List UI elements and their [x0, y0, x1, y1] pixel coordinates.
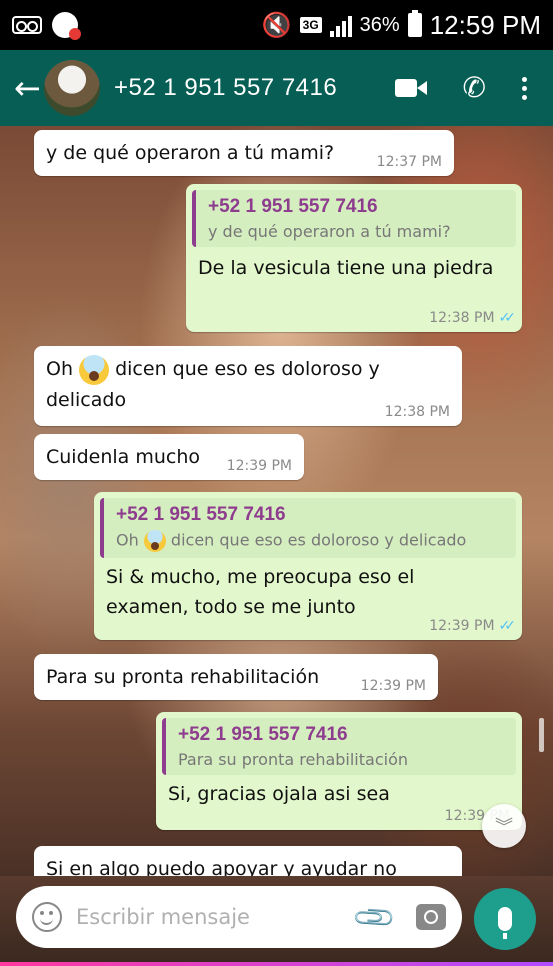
message-time: 12:39 PM ✓✓	[429, 618, 517, 634]
quote-text: Para su pronta rehabilitación	[178, 750, 408, 769]
quote-author: +52 1 951 557 7416	[208, 196, 378, 217]
read-ticks-icon: ✓✓	[498, 310, 517, 326]
video-call-icon[interactable]	[394, 79, 427, 97]
scream-emoji-icon	[79, 354, 110, 385]
message-outgoing[interactable]: +52 1 951 557 7416 Oh dicen que eso es d…	[94, 492, 522, 640]
quote-author: +52 1 951 557 7416	[178, 724, 348, 745]
message-outgoing[interactable]: +52 1 951 557 7416 Para su pronta rehabi…	[156, 712, 522, 830]
message-time: 12:39 PM	[360, 678, 426, 694]
chevron-down-icon[interactable]: ︾	[482, 804, 526, 848]
compose-bar: 📎	[0, 876, 553, 962]
scream-emoji-icon	[143, 530, 166, 552]
quote-text: Oh dicen que eso es doloroso y delicado	[116, 530, 506, 552]
message-time: 12:38 PM ✓✓	[429, 310, 517, 326]
battery-percent: 36%	[359, 13, 400, 36]
message-text: y de qué operaron a tú mami?	[46, 142, 335, 164]
clock: 12:59 PM	[429, 9, 541, 40]
quoted-message[interactable]: +52 1 951 557 7416 Para su pronta rehabi…	[162, 718, 516, 775]
arrow-left-icon[interactable]: ←	[0, 69, 41, 107]
message-time: 12:37 PM	[376, 154, 442, 170]
mute-icon: 🔇	[261, 11, 292, 39]
signal-icon	[329, 13, 352, 37]
message-text: Si en algo puedo apoyar y ayudar no	[46, 858, 397, 876]
mic-icon	[498, 907, 512, 939]
quoted-message[interactable]: +52 1 951 557 7416 y de qué operaron a t…	[192, 190, 516, 247]
chat-area[interactable]: y de qué operaron a tú mami? 12:37 PM +5…	[0, 126, 553, 876]
message-text: Para su pronta rehabilitación	[46, 666, 320, 688]
message-text: Si, gracias ojala asi sea	[168, 783, 390, 805]
contact-avatar[interactable]	[44, 60, 100, 116]
message-incoming[interactable]: Oh dicen que eso es doloroso y delicado …	[34, 346, 462, 426]
battery-icon	[407, 10, 422, 37]
message-incoming[interactable]: y de qué operaron a tú mami? 12:37 PM	[34, 130, 454, 176]
emoji-icon[interactable]	[32, 902, 62, 932]
scrollbar[interactable]	[539, 718, 544, 752]
bottom-strip	[0, 962, 553, 966]
quoted-message[interactable]: +52 1 951 557 7416 Oh dicen que eso es d…	[100, 498, 516, 558]
message-incoming[interactable]: Cuidenla mucho 12:39 PM	[34, 434, 304, 480]
message-input-container[interactable]: 📎	[16, 886, 462, 948]
more-vert-icon[interactable]	[522, 76, 527, 100]
read-ticks-icon: ✓✓	[498, 618, 517, 634]
quote-text: y de qué operaron a tú mami?	[208, 222, 451, 241]
message-text: De la vesicula tiene una piedra	[198, 257, 494, 279]
app-notification-icon	[52, 12, 81, 40]
message-text: Cuidenla mucho	[46, 446, 201, 468]
message-text: Si & mucho, me preocupa eso el	[106, 566, 415, 588]
mic-button[interactable]	[474, 888, 536, 950]
chat-header: ← +52 1 951 557 7416 ✆	[0, 50, 553, 126]
message-incoming[interactable]: Si en algo puedo apoyar y ayudar no	[34, 846, 462, 876]
message-incoming[interactable]: Para su pronta rehabilitación 12:39 PM	[34, 654, 438, 700]
contact-name[interactable]: +52 1 951 557 7416	[114, 74, 337, 102]
paperclip-icon[interactable]: 📎	[351, 893, 399, 941]
phone-icon[interactable]: ✆	[463, 74, 486, 102]
status-bar: 🔇 3G 36% 12:59 PM	[0, 0, 553, 50]
quote-author: +52 1 951 557 7416	[116, 504, 286, 525]
voicemail-icon	[12, 16, 42, 34]
message-text: Oh dicen que eso es doloroso y	[46, 354, 450, 385]
message-time: 12:39 PM	[226, 458, 292, 474]
camera-icon[interactable]	[416, 904, 446, 930]
message-outgoing[interactable]: +52 1 951 557 7416 y de qué operaron a t…	[186, 184, 522, 332]
network-type: 3G	[299, 17, 322, 33]
message-time: 12:38 PM	[384, 404, 450, 420]
message-input[interactable]	[76, 897, 358, 937]
